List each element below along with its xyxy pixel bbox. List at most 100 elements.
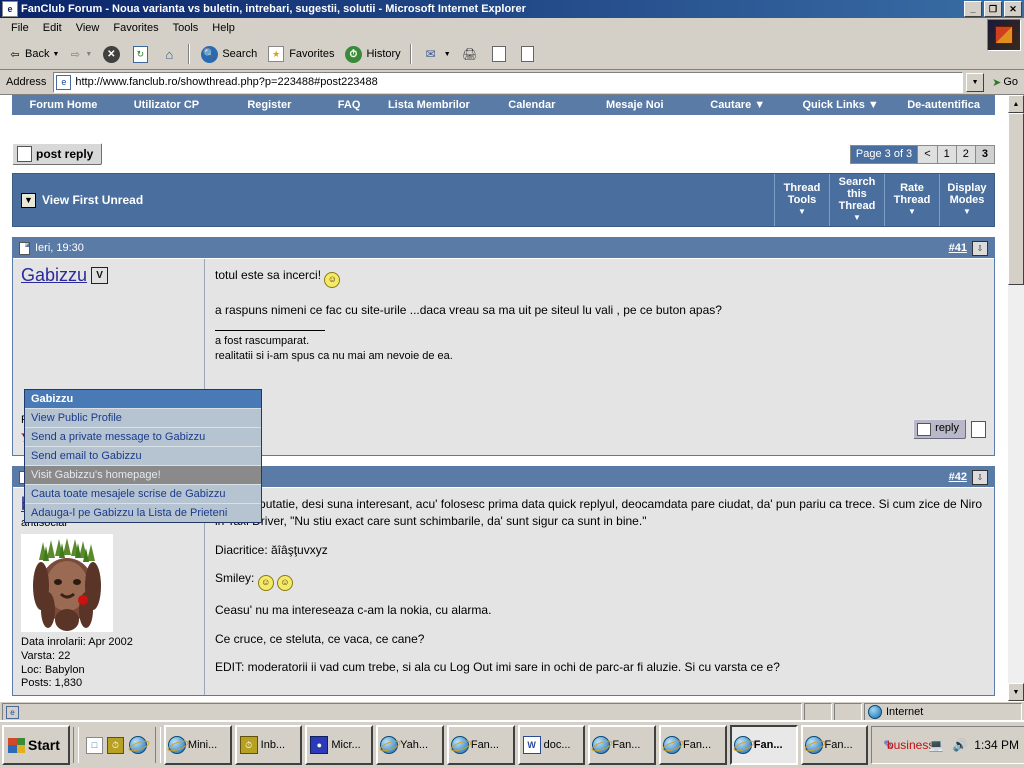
author-joined: Data inrolarii: Apr 2002	[21, 636, 133, 648]
ie-icon	[733, 736, 752, 754]
address-label: Address	[6, 76, 47, 88]
post-date: Ieri, 19:30	[35, 242, 84, 254]
menu-view-public-profile[interactable]: View Public Profile	[25, 408, 261, 427]
page-button-2[interactable]: 2	[955, 145, 975, 163]
minimize-button[interactable]: _	[964, 1, 982, 17]
home-icon: ⌂	[165, 46, 174, 62]
reply-button[interactable]: reply	[913, 419, 966, 439]
task-button[interactable]: Fan...	[588, 725, 657, 765]
stop-button[interactable]: ✕	[97, 42, 125, 66]
nav-lista-membrilor[interactable]: Lista Membrilor	[377, 99, 480, 111]
outlook-express-icon[interactable]: ⏱	[106, 736, 124, 754]
menu-send-private-message[interactable]: Send a private message to Gabizzu	[25, 427, 261, 446]
search-button[interactable]: 🔍 Search	[195, 42, 261, 66]
post-permalink-icon[interactable]: ⇩	[972, 240, 988, 256]
maximize-button[interactable]: ❐	[984, 1, 1002, 17]
view-first-unread-link[interactable]: ▼ View First Unread	[21, 192, 143, 208]
chevron-down-icon[interactable]: ▼	[52, 51, 59, 58]
favorites-button[interactable]: ★ Favorites	[262, 42, 338, 66]
status-cell-b	[834, 703, 862, 721]
task-button[interactable]: W doc...	[517, 725, 586, 765]
scrollbar-track[interactable]	[1008, 113, 1024, 683]
home-button[interactable]: ⌂	[155, 42, 183, 66]
mail-button[interactable]: ✉ ▼	[417, 42, 455, 66]
menu-item-file[interactable]: File	[4, 20, 36, 36]
author-name-link[interactable]: Gabizzu	[21, 265, 87, 286]
show-desktop-icon[interactable]: □	[85, 736, 103, 754]
task-button[interactable]: Fan...	[800, 725, 869, 765]
close-button[interactable]: ✕	[1004, 1, 1022, 17]
nav-faq[interactable]: FAQ	[321, 99, 378, 111]
address-input[interactable]: e http://www.fanclub.ro/showthread.php?p…	[53, 71, 964, 93]
scroll-up-button[interactable]: ▲	[1008, 95, 1024, 113]
scroll-down-button[interactable]: ▼	[1008, 683, 1024, 701]
task-button[interactable]: ● Micr...	[305, 725, 374, 765]
start-button[interactable]: Start	[2, 725, 70, 765]
post-reply-button[interactable]: post reply	[12, 143, 103, 165]
page-scrollbar[interactable]: ▲ ▼	[1007, 95, 1024, 701]
page-button-3[interactable]: 3	[974, 145, 994, 163]
go-button[interactable]: ➤ Go	[988, 76, 1022, 89]
menu-item-view[interactable]: View	[69, 20, 107, 36]
nav-mesaje-noi[interactable]: Mesaje Noi	[583, 99, 686, 111]
menu-item-edit[interactable]: Edit	[36, 20, 69, 36]
window-controls: _ ❐ ✕	[964, 1, 1022, 17]
tray-block-icon[interactable]: business;	[887, 735, 938, 755]
nav-utilizator-cp[interactable]: Utilizator CP	[115, 99, 218, 111]
history-button[interactable]: ⏱ History	[339, 42, 404, 66]
edit-page-icon	[489, 44, 509, 64]
tray-volume-icon[interactable]: 🔊	[950, 735, 970, 755]
post-line: Smiley: ☺ ☺	[215, 570, 984, 592]
nav-forum-home[interactable]: Forum Home	[12, 99, 115, 111]
address-dropdown-button[interactable]: ▼	[966, 72, 985, 92]
menu-add-to-friends[interactable]: Adauga-l pe Gabizzu la Lista de Prieteni	[25, 503, 261, 522]
chevron-down-icon: ▼	[908, 207, 916, 217]
page-button-1[interactable]: 1	[936, 145, 956, 163]
thread-tools-menu[interactable]: Thread Tools ▼	[774, 174, 829, 226]
task-button[interactable]: Fan...	[659, 725, 727, 765]
quote-icon[interactable]	[971, 420, 986, 438]
nav-calendar[interactable]: Calendar	[480, 99, 583, 111]
ie-quicklaunch-icon[interactable]	[128, 735, 148, 755]
menu-search-user-posts[interactable]: Cauta toate mesajele scrise de Gabizzu	[25, 484, 261, 503]
post-number-link[interactable]: #41	[949, 242, 967, 254]
edit-button[interactable]	[485, 42, 513, 66]
nav-register[interactable]: Register	[218, 99, 321, 111]
post-header: Ieri, 19:30 #41 ⇩	[13, 238, 994, 258]
chevron-down-icon: ▼	[798, 207, 806, 217]
rate-thread-menu[interactable]: Rate Thread ▼	[884, 174, 939, 226]
menu-visit-homepage[interactable]: Visit Gabizzu's homepage!	[25, 465, 261, 484]
task-button[interactable]: Mini...	[163, 725, 232, 765]
task-button[interactable]: ⏱ Inb...	[234, 725, 303, 765]
scrollbar-thumb[interactable]	[1008, 113, 1024, 285]
back-button[interactable]: ⇦ Back ▼	[4, 42, 63, 66]
clock[interactable]: 1:34 PM	[974, 738, 1019, 752]
task-button-active[interactable]: Fan...	[729, 725, 798, 765]
chevron-down-icon: ▼	[853, 213, 861, 223]
task-button[interactable]: Fan...	[446, 725, 515, 765]
menu-item-tools[interactable]: Tools	[166, 20, 206, 36]
windows-flag-icon	[8, 737, 25, 753]
page-prev-button[interactable]: <	[917, 145, 937, 163]
refresh-button[interactable]: ↻	[126, 42, 154, 66]
menu-item-favorites[interactable]: Favorites	[106, 20, 165, 36]
post-number-link[interactable]: #42	[949, 471, 967, 483]
tray-network-icon[interactable]: 💻	[926, 735, 946, 755]
post-permalink-icon[interactable]: ⇩	[972, 469, 988, 485]
menu-item-help[interactable]: Help	[205, 20, 242, 36]
nav-de-autentifica[interactable]: De-autentifica	[892, 99, 995, 111]
mail-icon: ✉	[425, 47, 436, 61]
print-button[interactable]: 🖨	[456, 42, 484, 66]
nav-quick-links[interactable]: Quick Links ▼	[789, 99, 892, 111]
chevron-down-icon[interactable]: ▼	[444, 51, 451, 58]
display-modes-menu[interactable]: Display Modes ▼	[939, 174, 994, 226]
discuss-button[interactable]	[514, 42, 542, 66]
forward-button[interactable]: ⇨ ▼	[64, 42, 96, 66]
nav-cautare[interactable]: Cautare ▼	[686, 99, 789, 111]
menu-send-email[interactable]: Send email to Gabizzu	[25, 446, 261, 465]
chevron-down-icon[interactable]: ▼	[85, 51, 92, 58]
search-this-thread-menu[interactable]: Search this Thread ▼	[829, 174, 884, 226]
word-icon: W	[522, 736, 541, 754]
post-reply-icon	[17, 146, 32, 162]
task-button[interactable]: Yah...	[376, 725, 444, 765]
